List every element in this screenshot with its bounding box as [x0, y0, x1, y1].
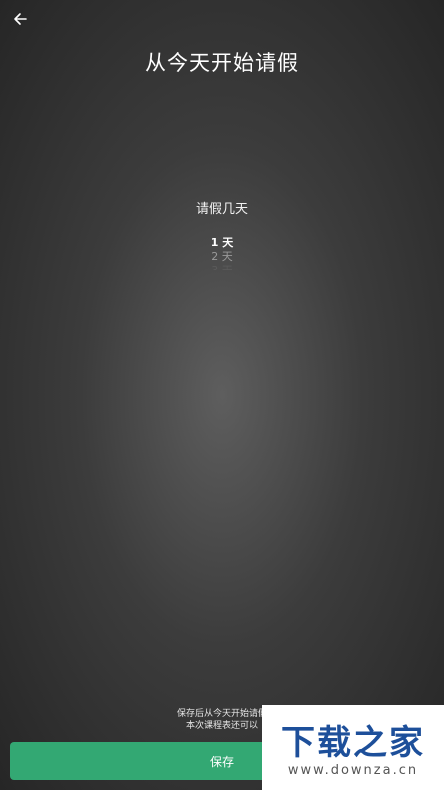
watermark-logo: 下载之家	[281, 723, 425, 763]
arrow-left-icon	[13, 11, 27, 30]
days-question-label: 请假几天	[195, 202, 248, 217]
back-button[interactable]	[10, 10, 30, 30]
watermark-url: www.downza.cn	[287, 763, 419, 778]
picker-item[interactable]: 2 天	[172, 250, 272, 264]
days-picker[interactable]: 1 天 2 天 3 天	[172, 236, 272, 270]
picker-item[interactable]: 3 天	[172, 264, 272, 270]
save-button-label: 保存	[209, 754, 234, 769]
page-title: 从今天开始请假	[145, 51, 299, 75]
watermark: 下载之家 www.downza.cn	[262, 705, 444, 790]
picker-item-selected[interactable]: 1 天	[172, 236, 272, 250]
